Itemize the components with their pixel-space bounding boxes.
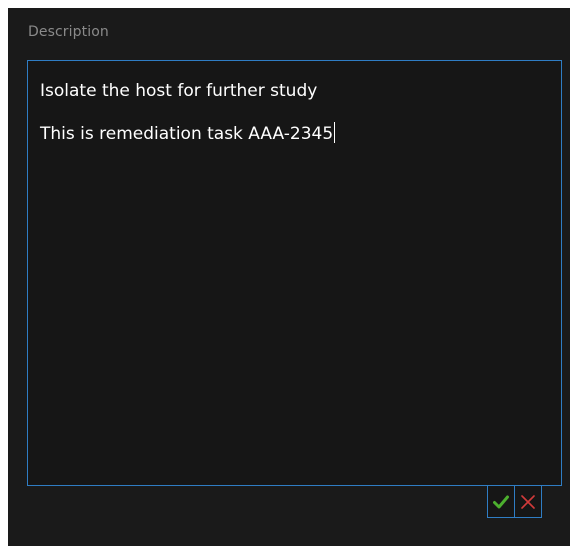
confirm-button[interactable] <box>487 486 515 518</box>
page: Description Isolate the host for further… <box>0 0 576 546</box>
description-panel: Description Isolate the host for further… <box>8 8 570 546</box>
text-cursor <box>334 122 336 143</box>
description-textarea[interactable]: Isolate the host for further study This … <box>27 60 562 486</box>
check-icon <box>493 495 509 508</box>
cancel-button[interactable] <box>514 486 542 518</box>
x-icon <box>521 494 535 509</box>
description-label: Description <box>28 24 109 40</box>
description-line-2: This is remediation task AAA-2345 <box>40 122 336 144</box>
description-line-2-text: This is remediation task AAA-2345 <box>40 124 334 144</box>
description-line-1: Isolate the host for further study <box>40 81 318 101</box>
